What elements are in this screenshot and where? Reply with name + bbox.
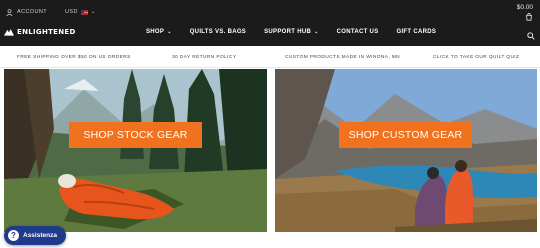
account-link[interactable]: ACCOUNT bbox=[17, 9, 47, 15]
nav-item-quilts-vs-bags[interactable]: QUILTS VS. BAGS bbox=[190, 29, 246, 35]
nav-label: CONTACT US bbox=[336, 29, 379, 35]
nav-label: SHOP bbox=[146, 29, 165, 35]
nav-label: SUPPORT HUB bbox=[264, 29, 312, 35]
currency-label: USD bbox=[65, 9, 78, 15]
site-header: ACCOUNT USD ⌄ $0.00 ENLIGHTENED SHOP ⌄ Q… bbox=[0, 0, 540, 46]
promo-made-in-winona[interactable]: CUSTOM PRODUCTS MADE IN WINONA, MN bbox=[285, 55, 400, 60]
nav-item-support-hub[interactable]: SUPPORT HUB ⌄ bbox=[264, 29, 318, 35]
promo-quilt-quiz[interactable]: CLICK TO TAKE OUR QUILT QUIZ bbox=[433, 55, 519, 60]
nav-label: QUILTS VS. BAGS bbox=[189, 29, 247, 35]
logo-text: ENLIGHTENED bbox=[17, 27, 76, 36]
logo-mark-icon bbox=[4, 29, 14, 36]
chat-label: Assistenza bbox=[23, 232, 57, 239]
person-icon[interactable] bbox=[6, 8, 13, 16]
cart-total: $0.00 bbox=[516, 4, 533, 11]
promo-return-policy[interactable]: 30 DAY RETURN POLICY bbox=[172, 55, 236, 60]
nav-item-shop[interactable]: SHOP ⌄ bbox=[146, 29, 172, 35]
search-icon[interactable] bbox=[527, 27, 535, 45]
forest-camp-photo bbox=[4, 69, 267, 232]
cart[interactable]: $0.00 bbox=[517, 4, 533, 21]
cart-icon[interactable] bbox=[517, 13, 533, 21]
promo-free-shipping[interactable]: FREE SHIPPING OVER $50 ON US ORDERS bbox=[17, 55, 131, 60]
chevron-down-icon: ⌄ bbox=[90, 9, 96, 15]
chevron-down-icon: ⌄ bbox=[314, 29, 319, 35]
us-flag-icon bbox=[80, 9, 88, 15]
help-icon: ? bbox=[8, 230, 19, 241]
hero-tile-stock-gear[interactable]: SHOP STOCK GEAR bbox=[4, 69, 267, 232]
main-nav: SHOP ⌄ QUILTS VS. BAGS SUPPORT HUB ⌄ CON… bbox=[146, 29, 436, 35]
assistance-chat-button[interactable]: ? Assistenza bbox=[4, 226, 66, 245]
mountain-lake-photo bbox=[275, 69, 537, 232]
shop-custom-gear-button[interactable]: SHOP CUSTOM GEAR bbox=[339, 122, 472, 148]
site-logo[interactable]: ENLIGHTENED bbox=[4, 27, 76, 36]
shop-stock-gear-button[interactable]: SHOP STOCK GEAR bbox=[69, 122, 202, 148]
nav-item-gift-cards[interactable]: GIFT CARDS bbox=[397, 29, 437, 35]
hero-tile-custom-gear[interactable]: SHOP CUSTOM GEAR bbox=[275, 69, 537, 232]
nav-item-contact-us[interactable]: CONTACT US bbox=[337, 29, 379, 35]
chevron-down-icon: ⌄ bbox=[167, 29, 172, 35]
nav-label: GIFT CARDS bbox=[396, 29, 437, 35]
currency-selector[interactable]: USD ⌄ bbox=[65, 9, 96, 15]
promo-bar: FREE SHIPPING OVER $50 ON US ORDERS 30 D… bbox=[0, 46, 540, 68]
utility-bar: ACCOUNT USD ⌄ bbox=[6, 6, 96, 18]
